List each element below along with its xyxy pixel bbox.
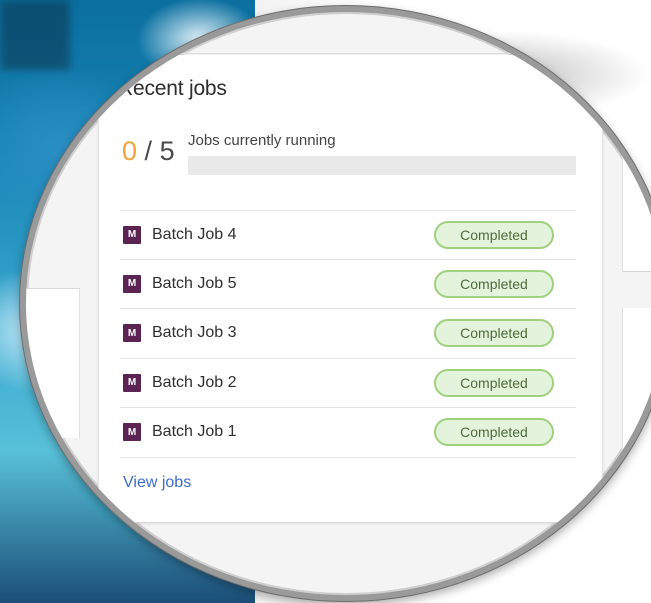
job-type-m-icon: M bbox=[123, 373, 141, 392]
card-title: Recent jobs bbox=[118, 77, 227, 100]
running-label: Jobs currently running bbox=[188, 132, 336, 149]
status-badge: Completed bbox=[434, 220, 554, 249]
adjacent-card-right-top bbox=[622, 60, 651, 272]
job-name-link[interactable]: Batch Job 4 bbox=[152, 226, 237, 244]
status-badge: Completed bbox=[434, 319, 554, 348]
status-badge: Completed bbox=[434, 418, 554, 447]
job-type-m-icon: M bbox=[123, 274, 141, 293]
running-count-value: 0 bbox=[122, 136, 138, 166]
running-progress-bar bbox=[188, 156, 576, 175]
job-name-link[interactable]: Batch Job 3 bbox=[152, 324, 237, 342]
magnifier-lens: Recent jobs 0 / 5 Jobs currently running… bbox=[20, 6, 651, 601]
job-type-m-icon: M bbox=[123, 423, 141, 442]
job-name-link[interactable]: Batch Job 5 bbox=[152, 275, 237, 293]
list-item[interactable]: M Batch Job 1 Completed bbox=[120, 408, 576, 458]
status-badge: Completed bbox=[434, 368, 554, 397]
job-type-m-icon: M bbox=[123, 324, 141, 343]
view-jobs-link[interactable]: View jobs bbox=[123, 474, 191, 492]
list-item[interactable]: M Batch Job 2 Completed bbox=[120, 359, 576, 408]
running-count-total: 5 bbox=[159, 136, 175, 166]
job-list: M Batch Job 4 Completed M Batch Job 5 Complet… bbox=[120, 210, 576, 458]
job-type-m-icon: M bbox=[123, 225, 141, 244]
adjacent-card-left bbox=[26, 288, 80, 438]
list-item[interactable]: M Batch Job 5 Completed bbox=[120, 260, 576, 309]
running-count-separator: / bbox=[144, 136, 153, 166]
job-name-link[interactable]: Batch Job 2 bbox=[152, 374, 237, 392]
list-item[interactable]: M Batch Job 3 Completed bbox=[120, 309, 576, 359]
adjacent-card-right-bottom bbox=[622, 308, 651, 528]
job-name-link[interactable]: Batch Job 1 bbox=[152, 423, 237, 441]
running-count: 0 / 5 bbox=[122, 136, 175, 167]
divider bbox=[90, 53, 610, 54]
list-item[interactable]: M Batch Job 4 Completed bbox=[120, 210, 576, 260]
status-badge: Completed bbox=[434, 269, 554, 298]
